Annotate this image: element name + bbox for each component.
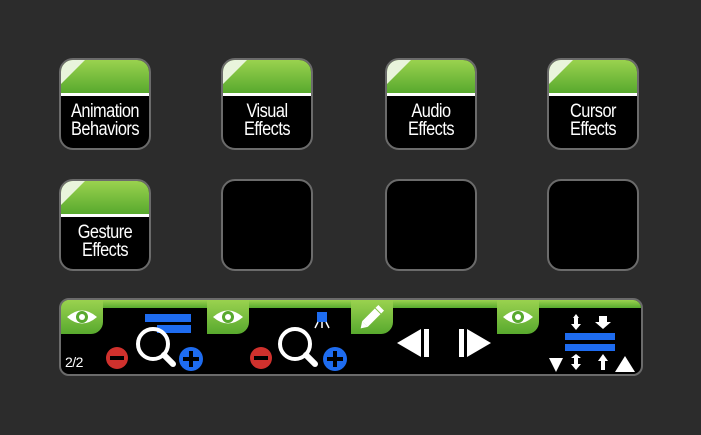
- next-icon[interactable]: [457, 326, 497, 360]
- eye-icon[interactable]: [497, 300, 539, 334]
- key-empty-2[interactable]: [385, 179, 477, 271]
- key-label: Visual Effects: [243, 101, 291, 140]
- zoom-canvas-control[interactable]: [247, 308, 351, 374]
- key-label: Animation Behaviors: [70, 101, 140, 140]
- key-label: Cursor Effects: [569, 101, 617, 140]
- easel-icon: [317, 312, 327, 322]
- key-animation-behaviors[interactable]: Animation Behaviors: [59, 58, 151, 150]
- eye-icon[interactable]: [61, 300, 103, 334]
- page-curl-icon: [387, 60, 411, 84]
- pencil-icon[interactable]: [351, 300, 393, 334]
- key-visual-effects[interactable]: Visual Effects: [221, 58, 313, 150]
- page-curl-icon: [223, 60, 247, 84]
- move-up-icon: [615, 356, 635, 372]
- page-curl-icon: [61, 60, 85, 84]
- key-label: Audio Effects: [407, 101, 455, 140]
- previous-icon[interactable]: [393, 326, 433, 360]
- page-curl-icon: [61, 181, 85, 205]
- key-gesture-effects[interactable]: Gesture Effects: [59, 179, 151, 271]
- control-strip: 2/2: [59, 298, 643, 376]
- key-empty-1[interactable]: [221, 179, 313, 271]
- key-label: Gesture Effects: [77, 222, 133, 261]
- layout-icon[interactable]: [539, 314, 641, 374]
- key-empty-3[interactable]: [547, 179, 639, 271]
- page-indicator: 2/2: [65, 354, 83, 370]
- zoom-range-control[interactable]: [103, 308, 207, 374]
- eye-icon[interactable]: [207, 300, 249, 334]
- move-down-icon: [549, 358, 563, 372]
- key-cursor-effects[interactable]: Cursor Effects: [547, 58, 639, 150]
- key-audio-effects[interactable]: Audio Effects: [385, 58, 477, 150]
- page-curl-icon: [549, 60, 573, 84]
- range-bar-icon: [145, 314, 191, 322]
